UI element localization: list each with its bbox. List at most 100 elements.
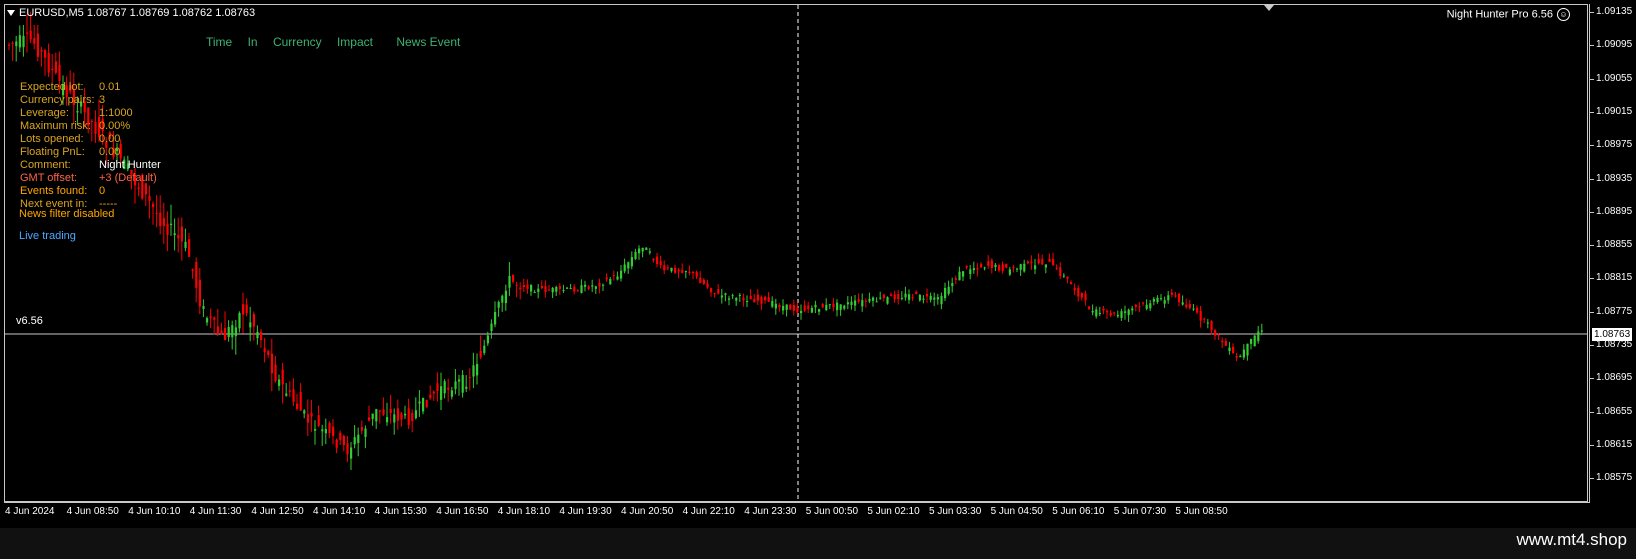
candle-body (1077, 287, 1080, 297)
candle-body (436, 383, 439, 391)
candle-body (990, 260, 993, 269)
candle-body (1120, 311, 1123, 318)
candle-body (1019, 264, 1022, 270)
candle-body (234, 327, 237, 337)
candle-body (472, 365, 475, 377)
price-tick (1590, 111, 1594, 113)
candle-body (494, 311, 497, 325)
candle-body (915, 291, 918, 295)
candle-body (717, 289, 720, 294)
time-label: 4 Jun 16:50 (436, 506, 489, 517)
footer-bar: www.mt4.shop (0, 528, 1636, 559)
candle-body (422, 397, 425, 412)
candle-body (1160, 298, 1163, 300)
candle-body (839, 304, 842, 310)
candle-body (1210, 320, 1213, 331)
candle-body (900, 297, 903, 299)
candle-body (1005, 263, 1008, 268)
candle-body (1192, 308, 1195, 310)
time-label: 5 Jun 06:10 (1052, 506, 1105, 517)
candle-body (1055, 267, 1058, 269)
candle-body (306, 414, 309, 423)
price-axis[interactable]: 1.09135 1.09095 1.09055 1.09015 1.08975 1.089… (1590, 0, 1636, 503)
time-label: 4 Jun 14:10 (313, 506, 366, 517)
news-filter-status: News filter disabled (19, 208, 115, 220)
candle-body (929, 295, 932, 300)
candle-body (1246, 343, 1249, 356)
price-tick (1590, 178, 1594, 180)
candle-body (29, 30, 32, 40)
candle-body (641, 247, 644, 252)
candle-body (897, 294, 900, 300)
price-tick (1590, 311, 1594, 313)
candle-body (522, 285, 525, 287)
candle-body (11, 42, 14, 44)
news-table-header: Time In Currency Impact News Event (206, 35, 472, 49)
candle-body (936, 297, 939, 300)
candle-body (958, 271, 961, 281)
candle-body (530, 284, 533, 292)
candle-body (1221, 340, 1224, 343)
candle-body (648, 251, 651, 253)
candle-body (702, 279, 705, 284)
candle-body (576, 290, 579, 292)
smiley-icon: ☺ (1557, 8, 1570, 21)
candle-body (220, 330, 223, 334)
candle-body (533, 291, 536, 293)
candle-body (346, 443, 349, 455)
candle-body (1023, 263, 1026, 272)
candle-body (656, 256, 659, 264)
candle-body (1163, 300, 1166, 304)
chart-shift-marker[interactable] (1264, 5, 1274, 11)
candle-body (796, 307, 799, 313)
candle-body (771, 300, 774, 307)
candle-body (1181, 302, 1184, 305)
candle-body (191, 269, 194, 272)
candle-body (1001, 264, 1004, 271)
candle-body (1131, 308, 1134, 311)
symbol-title-text: EURUSD,M5 1.08767 1.08769 1.08762 1.0876… (19, 7, 256, 19)
candle-body (692, 271, 695, 274)
candle-body (1214, 330, 1217, 336)
candle-body (980, 263, 983, 268)
candle-body (1026, 261, 1029, 264)
candle-body (566, 287, 569, 289)
candle-body (598, 283, 601, 287)
candle-body (468, 376, 471, 378)
candle-body (1203, 318, 1206, 320)
candle-body (252, 314, 255, 327)
candle-body (501, 295, 504, 303)
candle-body (994, 264, 997, 268)
expert-advisor-label[interactable]: Night Hunter Pro 6.56 ☺ (1447, 8, 1570, 21)
news-col-impact: Impact (336, 35, 373, 49)
time-label: 5 Jun 00:50 (805, 506, 859, 517)
candle-body (951, 283, 954, 287)
candle-body (51, 68, 54, 71)
candle-body (526, 284, 529, 289)
candle-body (1037, 259, 1040, 264)
candle-body (396, 408, 399, 421)
candle-body (1239, 356, 1242, 358)
candle-body (850, 301, 853, 305)
candle-body (623, 264, 626, 272)
candle-body (1253, 335, 1256, 347)
candle-body (389, 408, 392, 413)
candle-body (303, 410, 306, 414)
candle-body (54, 61, 57, 73)
candle-body (263, 348, 266, 353)
candle-body (710, 288, 713, 293)
candle-body (177, 235, 180, 239)
candle-body (886, 297, 889, 304)
dropdown-triangle-icon[interactable] (7, 10, 15, 17)
candle-body (677, 269, 680, 272)
candle-body (540, 285, 543, 289)
candle-body (357, 434, 360, 443)
candle-body (828, 304, 831, 306)
candle-body (548, 289, 551, 291)
time-label: 5 Jun 02:10 (867, 506, 920, 517)
candle-body (893, 294, 896, 300)
candle-body (846, 302, 849, 305)
candle-body (159, 212, 162, 227)
candle-body (933, 297, 936, 300)
candle-body (36, 33, 39, 57)
